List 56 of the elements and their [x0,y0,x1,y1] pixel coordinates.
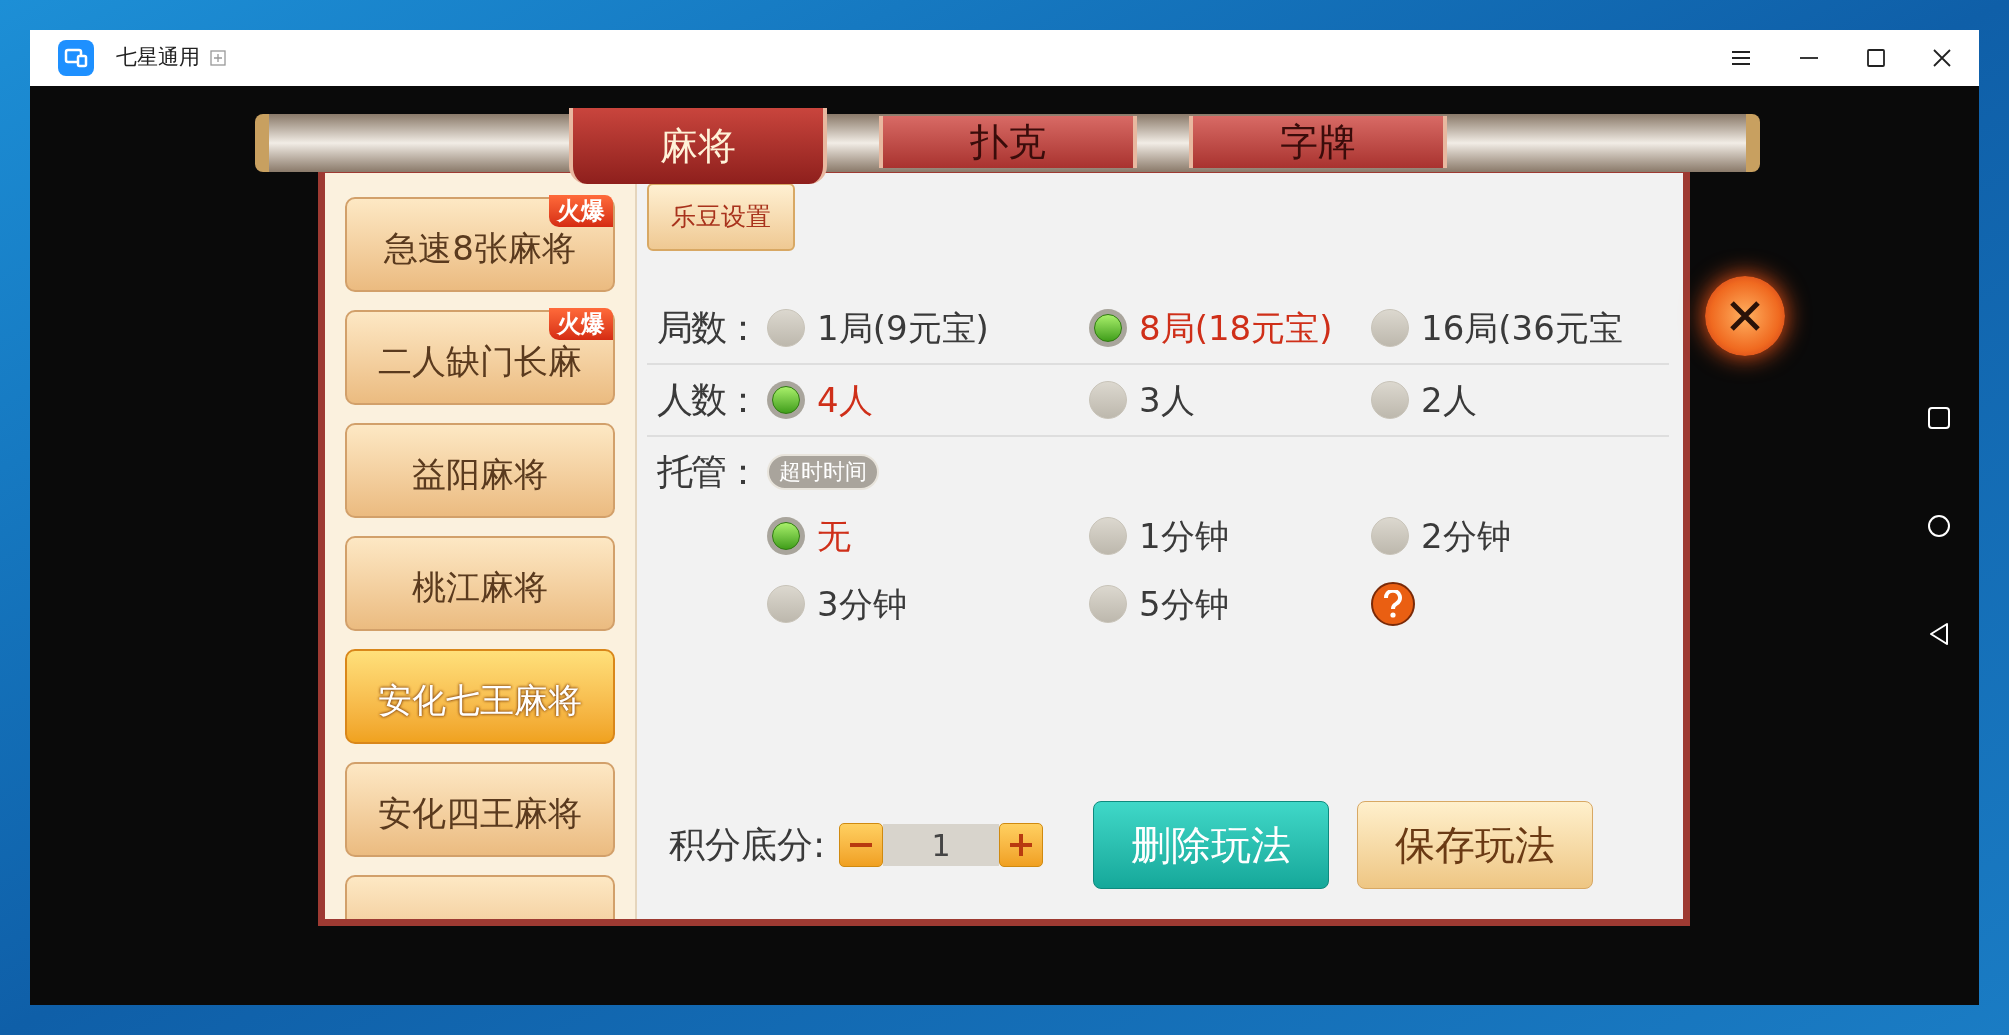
recent-apps-icon[interactable] [1927,405,1951,430]
radio-button[interactable] [767,381,805,419]
menu-icon[interactable] [1731,50,1751,66]
hot-badge: 火爆 [549,195,613,227]
category-tab[interactable]: 扑克 [878,116,1137,168]
option-label: 2人 [1421,383,1477,417]
close-button[interactable] [1705,276,1785,356]
plus-icon [1010,834,1033,856]
option-label: 无 [817,519,851,553]
game-mode-button[interactable]: 火爆 二人缺门长麻 [345,310,615,405]
option-label: 5分钟 [1139,587,1229,621]
option-label: 8局(18元宝) [1139,311,1333,345]
option-label: 3分钟 [817,587,907,621]
radio-button[interactable] [1371,381,1409,419]
option-label: 1分钟 [1139,519,1229,553]
hot-badge: 火爆 [549,308,613,340]
option-label: 16局(36元宝 [1421,311,1623,345]
timeout-tag: 超时时间 [767,454,879,490]
game-mode-button[interactable]: 火爆 急速8张麻将 [345,197,615,292]
radio-button[interactable] [1089,585,1127,623]
option-label: 1局(9元宝) [817,311,989,345]
radio-button[interactable] [767,517,805,555]
bean-settings-button[interactable]: 乐豆设置 [647,183,795,251]
radio-button[interactable] [767,585,805,623]
close-icon [1728,299,1762,333]
group-label: 托管： [657,450,759,494]
radio-button[interactable] [767,309,805,347]
game-mode-button[interactable]: 安化四王麻将 [345,762,615,857]
back-icon[interactable] [1928,621,1950,646]
radio-button[interactable] [1089,309,1127,347]
radio-button[interactable] [1089,517,1127,555]
game-mode-button[interactable]: 益阳麻将 [345,423,615,518]
radio-button[interactable] [1371,517,1409,555]
option-label: 4人 [817,383,873,417]
score-label: 积分底分: [669,823,826,867]
close-icon[interactable] [1933,49,1951,67]
plus-button[interactable] [999,823,1044,867]
home-icon[interactable] [1927,513,1951,538]
radio-button[interactable] [1089,381,1127,419]
group-label: 人数： [657,378,759,422]
help-icon[interactable] [1371,582,1415,626]
category-tab[interactable]: 字牌 [1188,116,1447,168]
option-label: 2分钟 [1421,519,1511,553]
app-icon [58,40,94,76]
game-mode-button[interactable]: 桃江麻将 [345,536,615,631]
window-title: 七星通用 [116,44,200,72]
minus-icon [850,843,873,847]
group-label: 局数： [657,306,759,350]
option-label: 3人 [1139,383,1195,417]
minus-button[interactable] [839,823,884,867]
save-rule-button[interactable]: 保存玩法 [1357,801,1594,889]
maximize-icon[interactable] [1867,49,1885,67]
category-tab[interactable]: 麻将 [568,108,827,184]
minimize-icon[interactable] [1799,56,1819,60]
score-value-field[interactable]: 1 [883,824,1000,866]
radio-button[interactable] [1371,309,1409,347]
